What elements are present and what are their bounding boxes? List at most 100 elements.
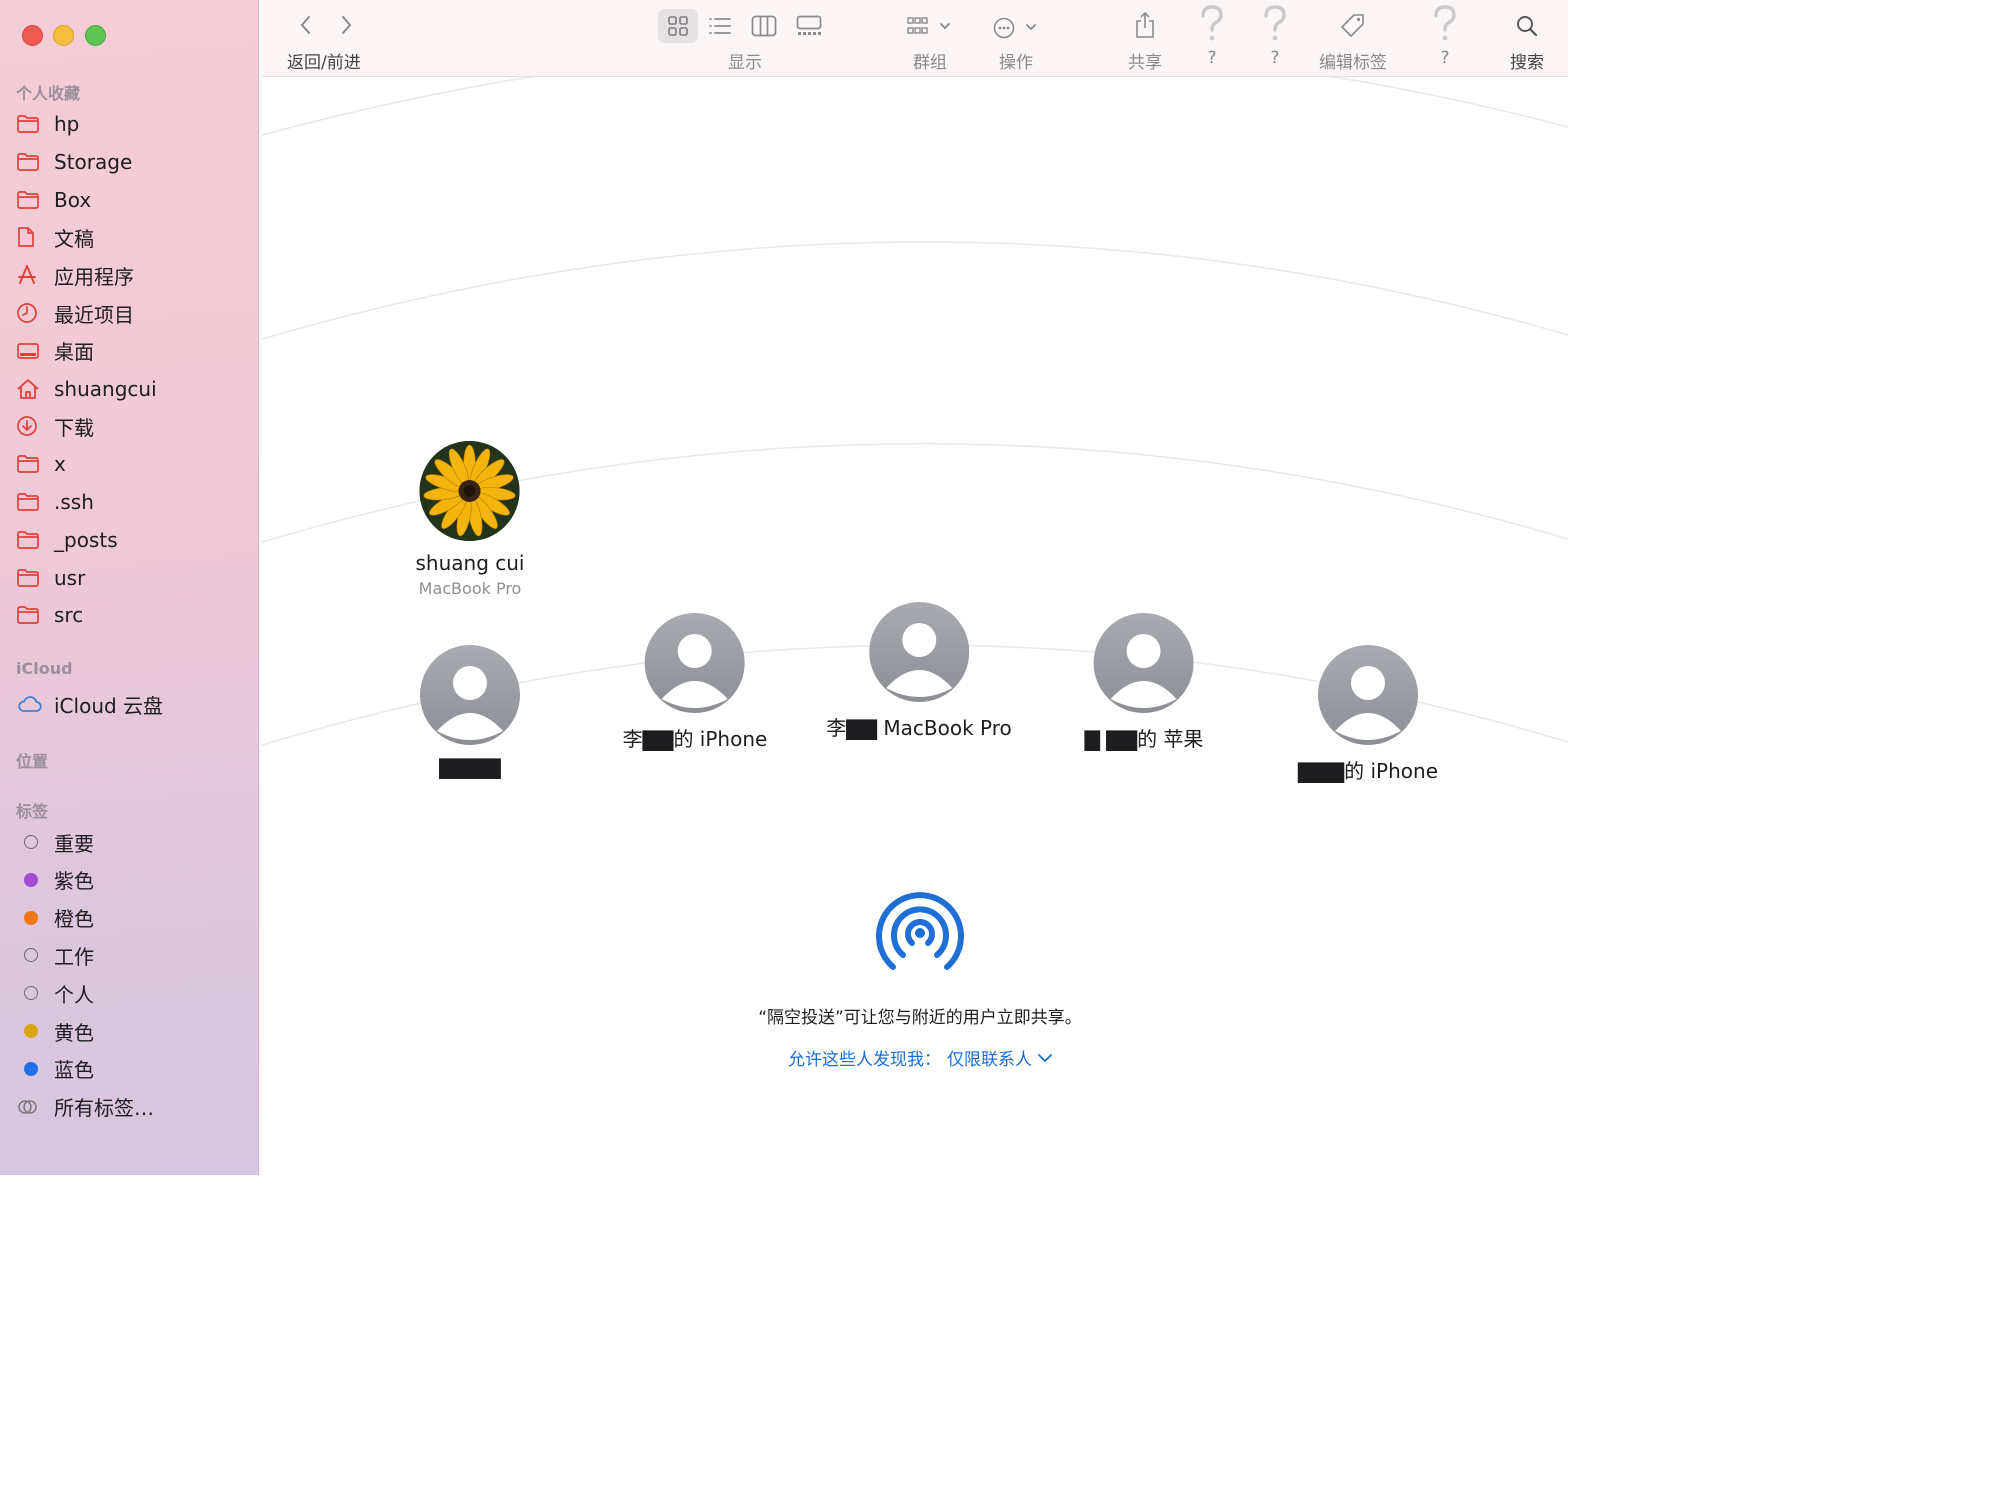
help-icon[interactable] bbox=[1198, 4, 1226, 48]
airdrop-device[interactable]: ▇▇▇▇ bbox=[420, 645, 520, 779]
close-button[interactable] bbox=[22, 25, 43, 46]
sidebar-item[interactable]: hp bbox=[16, 106, 246, 142]
sidebar-item-label: x bbox=[54, 452, 66, 477]
share-icon[interactable] bbox=[1133, 10, 1157, 44]
sidebar-item[interactable]: _posts bbox=[16, 522, 246, 558]
sidebar-item[interactable]: .ssh bbox=[16, 484, 246, 520]
view-label: 显示 bbox=[728, 53, 762, 73]
all-tags-icon bbox=[16, 1095, 46, 1119]
search-label: 搜索 bbox=[1510, 53, 1544, 73]
airdrop-device[interactable]: ▇▇▇的 iPhone bbox=[1298, 645, 1438, 784]
sidebar-item-label: 重要 bbox=[54, 831, 94, 856]
sidebar-item-label: 下载 bbox=[54, 415, 94, 440]
device-name: 李▇▇的 iPhone bbox=[622, 727, 768, 751]
tag-icon[interactable] bbox=[1339, 12, 1367, 44]
sidebar-item[interactable]: x bbox=[16, 446, 246, 482]
group-icon[interactable] bbox=[906, 15, 954, 43]
tag-color-dot-icon bbox=[16, 1057, 46, 1081]
help-icon[interactable] bbox=[1431, 4, 1459, 48]
person-avatar-icon bbox=[1093, 613, 1194, 713]
sidebar-tag-item[interactable]: 蓝色 bbox=[16, 1051, 246, 1087]
sidebar-item-label: _posts bbox=[54, 527, 118, 552]
home-icon bbox=[16, 377, 46, 401]
device-name: ▇▇▇的 iPhone bbox=[1297, 759, 1439, 783]
folder-icon bbox=[16, 452, 46, 476]
person-avatar-icon bbox=[1317, 645, 1418, 745]
sidebar-item-label: 工作 bbox=[54, 944, 94, 969]
tag-color-dot-icon bbox=[16, 981, 46, 1005]
toolbar: 返回/前进 显示 群组 操作 共享 ? ? 编辑标签 ? 搜索 bbox=[262, 0, 1568, 77]
sidebar-item-label: 文稿 bbox=[54, 226, 94, 251]
sidebar-tag-item[interactable]: 黄色 bbox=[16, 1013, 246, 1049]
device-type: MacBook Pro bbox=[418, 579, 522, 598]
tag-color-dot-icon bbox=[16, 868, 46, 892]
action-label: 操作 bbox=[999, 53, 1033, 73]
nav-label: 返回/前进 bbox=[287, 53, 361, 73]
clock-icon bbox=[16, 301, 46, 325]
tag-color-dot-icon bbox=[16, 1019, 46, 1043]
sidebar-tag-item[interactable]: 橙色 bbox=[16, 900, 246, 936]
sidebar-tag-item[interactable]: 重要 bbox=[16, 824, 246, 860]
locations-section-title[interactable]: 位置 bbox=[16, 748, 48, 772]
search-icon[interactable] bbox=[1515, 14, 1539, 42]
desktop-icon bbox=[16, 339, 46, 363]
sidebar-item-label: 应用程序 bbox=[54, 264, 134, 289]
folder-icon bbox=[16, 188, 46, 212]
folder-icon bbox=[16, 528, 46, 552]
view-icons-button[interactable] bbox=[658, 9, 698, 47]
sidebar: 个人收藏 hp Storage Box 文稿 应用程序 最近项目 桌面 shuangcui 下载… bbox=[0, 0, 264, 1175]
sunflower-icon bbox=[419, 441, 520, 541]
sidebar-item-label: 黄色 bbox=[54, 1020, 94, 1045]
sidebar-item[interactable]: 应用程序 bbox=[16, 257, 246, 293]
maximize-button[interactable] bbox=[85, 25, 106, 46]
sidebar-item[interactable]: Box bbox=[16, 182, 246, 218]
discover-value[interactable]: 仅限联系人 bbox=[947, 1045, 1032, 1070]
airdrop-message: “隔空投送”可让您与附近的用户立即共享。 bbox=[758, 1008, 1082, 1028]
sidebar-item[interactable]: src bbox=[16, 597, 246, 633]
airdrop-icon bbox=[873, 887, 967, 981]
tag-color-dot-icon bbox=[16, 943, 46, 967]
airdrop-device-me: shuang cui MacBook Pro bbox=[416, 441, 524, 598]
sidebar-tag-item[interactable]: 个人 bbox=[16, 975, 246, 1011]
sidebar-item-label: 紫色 bbox=[54, 869, 94, 894]
view-columns-icon[interactable] bbox=[751, 14, 777, 42]
sidebar-item-icloud-drive[interactable]: iCloud 云盘 bbox=[16, 686, 246, 722]
sidebar-item[interactable]: 最近项目 bbox=[16, 295, 246, 331]
airdrop-device[interactable]: 李▇▇ MacBook Pro bbox=[826, 602, 1012, 741]
help-icon[interactable] bbox=[1261, 4, 1289, 48]
sidebar-tag-item[interactable]: 所有标签… bbox=[16, 1089, 246, 1125]
device-name: 李▇▇ MacBook Pro bbox=[826, 716, 1012, 740]
group-label: 群组 bbox=[913, 53, 947, 73]
avatar bbox=[419, 441, 520, 541]
sidebar-item-label: src bbox=[54, 603, 84, 628]
view-list-icon[interactable] bbox=[708, 15, 732, 41]
action-icon[interactable] bbox=[992, 15, 1040, 45]
airdrop-device[interactable]: ▇ ▇▇的 苹果 bbox=[1084, 613, 1204, 752]
sidebar-item[interactable]: 下载 bbox=[16, 408, 246, 444]
folder-icon bbox=[16, 566, 46, 590]
sidebar-item[interactable]: 桌面 bbox=[16, 333, 246, 369]
sidebar-item-label: 最近项目 bbox=[54, 302, 134, 327]
tag-color-dot-icon bbox=[16, 906, 46, 930]
discoverability-selector[interactable]: 允许这些人发现我： 仅限联系人 bbox=[788, 1045, 1052, 1070]
sidebar-tag-item[interactable]: 工作 bbox=[16, 937, 246, 973]
minimize-button[interactable] bbox=[53, 25, 74, 46]
sidebar-tag-item[interactable]: 紫色 bbox=[16, 862, 246, 898]
download-icon bbox=[16, 414, 46, 438]
device-name: ▇ ▇▇的 苹果 bbox=[1084, 727, 1204, 751]
sidebar-item[interactable]: 文稿 bbox=[16, 219, 246, 255]
airdrop-device[interactable]: 李▇▇的 iPhone bbox=[622, 613, 768, 752]
sidebar-item[interactable]: Storage bbox=[16, 144, 246, 180]
forward-icon[interactable] bbox=[338, 14, 354, 40]
person-avatar-icon bbox=[869, 602, 969, 702]
sidebar-item[interactable]: shuangcui bbox=[16, 371, 246, 407]
sidebar-item-label: 个人 bbox=[54, 982, 94, 1007]
sidebar-item-label: .ssh bbox=[54, 490, 94, 514]
sidebar-item-label: Box bbox=[54, 187, 92, 212]
cloud-icon bbox=[16, 692, 46, 716]
view-gallery-icon[interactable] bbox=[796, 14, 822, 42]
sidebar-item-label: 橙色 bbox=[54, 907, 94, 932]
sidebar-item[interactable]: usr bbox=[16, 560, 246, 596]
back-icon[interactable] bbox=[298, 14, 314, 40]
tags-section-title[interactable]: 标签 bbox=[16, 798, 48, 822]
